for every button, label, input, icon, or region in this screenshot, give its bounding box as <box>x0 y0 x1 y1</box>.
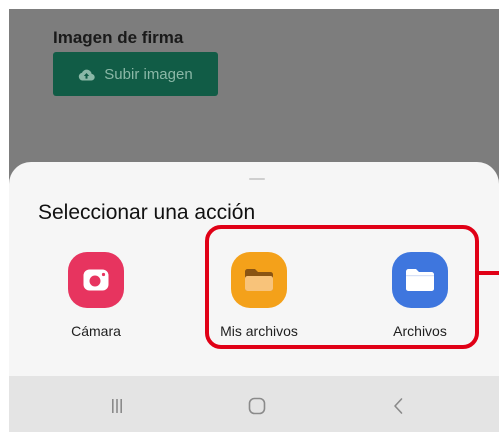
signature-image-heading: Imagen de firma <box>53 28 184 47</box>
camera-icon <box>68 252 124 308</box>
upload-image-button[interactable]: Subir imagen <box>53 52 218 96</box>
back-icon <box>392 397 404 415</box>
back-button[interactable] <box>383 394 413 418</box>
annotation-pointer-line <box>479 271 499 275</box>
home-button[interactable] <box>242 394 272 418</box>
cloud-upload-icon <box>78 68 96 81</box>
annotation-highlight-box <box>205 225 479 349</box>
home-icon <box>248 397 266 415</box>
sheet-drag-handle[interactable] <box>249 178 265 180</box>
recents-button[interactable] <box>102 394 132 418</box>
app-camera-label: Cámara <box>71 323 121 339</box>
sheet-title: Seleccionar una acción <box>38 201 256 224</box>
screen: Imagen de firma Subir imagen Seleccionar… <box>9 9 499 432</box>
system-navigation-bar <box>9 376 499 432</box>
recents-icon <box>110 398 124 414</box>
upload-button-label: Subir imagen <box>104 65 193 83</box>
app-camera[interactable]: Cámara <box>51 252 141 339</box>
